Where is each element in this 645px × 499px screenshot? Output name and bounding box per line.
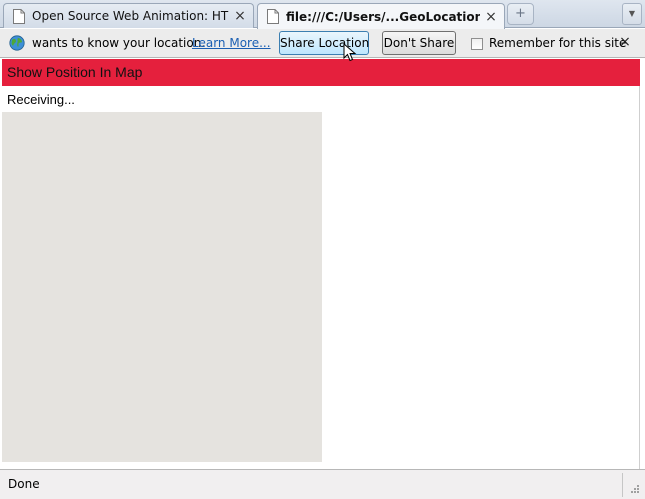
list-all-tabs-button[interactable]: ▼ [622,3,642,25]
dont-share-button[interactable]: Don't Share [382,31,456,55]
status-bar: Done [0,469,645,499]
globe-icon [9,35,25,51]
tab-geolocation[interactable]: file:///C:/Users/...GeoLocation.html × [257,3,505,29]
remember-label: Remember for this site [489,36,627,50]
tab-title: Open Source Web Animation: HTM... [32,9,229,23]
close-notification-icon[interactable]: × [618,35,632,49]
tab-web-animation[interactable]: Open Source Web Animation: HTM... × [3,3,254,28]
page-icon [266,9,279,25]
close-tab-icon[interactable]: × [484,10,498,24]
tab-title: file:///C:/Users/...GeoLocation.html [286,9,480,24]
new-tab-button[interactable]: + [507,3,534,25]
status-text: Done [8,477,40,491]
mouse-cursor-icon [343,42,357,63]
close-tab-icon[interactable]: × [233,9,247,23]
page-icon [12,8,25,24]
page-header: Show Position In Map [2,59,640,86]
tab-strip: Open Source Web Animation: HTM... × file… [0,0,645,29]
remember-checkbox[interactable] [471,38,483,50]
location-status-text: Receiving... [7,92,75,107]
map-canvas[interactable] [2,112,322,462]
page-content: Show Position In Map Receiving... [2,59,640,469]
notification-message: wants to know your location. [32,36,206,50]
resize-grip-icon[interactable] [628,482,640,494]
learn-more-link[interactable]: Learn More... [192,36,271,50]
geolocation-notification-bar: wants to know your location. Learn More.… [0,29,645,58]
status-divider [622,473,623,497]
